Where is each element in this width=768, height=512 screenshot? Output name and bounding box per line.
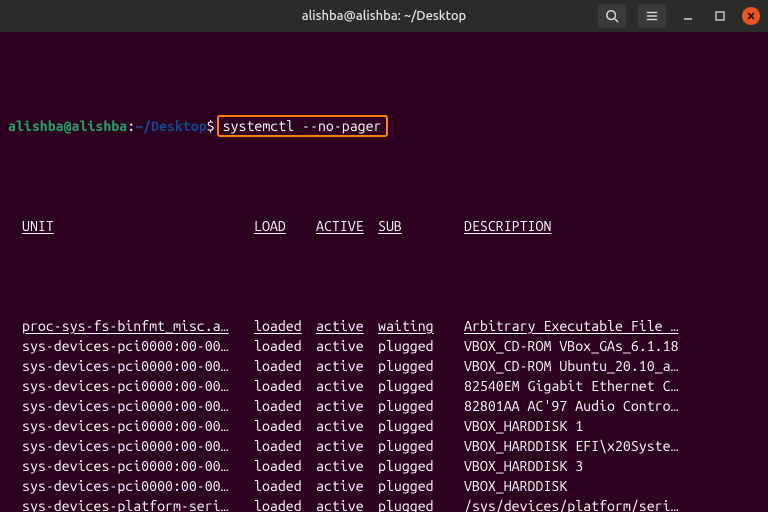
unit-row: sys-devices-pci0000:00-00…loadedactivepl…	[8, 476, 760, 496]
cell-active: active	[316, 496, 378, 512]
prompt-user-host: alishba@alishba	[8, 116, 127, 136]
cell-unit: sys-devices-pci0000:00-00…	[22, 456, 254, 476]
row-bullet	[8, 396, 22, 416]
command-text: systemctl --no-pager	[223, 118, 382, 134]
cell-sub: plugged	[378, 496, 464, 512]
row-bullet	[8, 456, 22, 476]
titlebar: alishba@alishba: ~/Desktop	[0, 0, 768, 32]
menu-button[interactable]	[638, 4, 666, 28]
cell-load: loaded	[254, 316, 316, 336]
cell-load: loaded	[254, 476, 316, 496]
cell-sub: plugged	[378, 396, 464, 416]
minimize-icon	[682, 10, 694, 22]
prompt-dollar: $	[207, 116, 215, 136]
cell-load: loaded	[254, 336, 316, 356]
cell-load: loaded	[254, 396, 316, 416]
unit-row: sys-devices-pci0000:00-00…loadedactivepl…	[8, 336, 760, 356]
cell-active: active	[316, 356, 378, 376]
prompt-line: alishba@alishba:~/Desktop$ systemctl --n…	[8, 116, 760, 136]
cell-sub: plugged	[378, 436, 464, 456]
terminal[interactable]: alishba@alishba:~/Desktop$ systemctl --n…	[0, 32, 768, 512]
prompt-path: ~/Desktop	[135, 116, 207, 136]
cell-active: active	[316, 376, 378, 396]
header-load: LOAD	[254, 216, 316, 236]
row-bullet	[8, 356, 22, 376]
cell-load: loaded	[254, 416, 316, 436]
cell-active: active	[316, 456, 378, 476]
cell-unit: sys-devices-pci0000:00-00…	[22, 376, 254, 396]
unit-rows: proc-sys-fs-binfmt_misc.a…loadedactivewa…	[8, 316, 760, 512]
unit-row: sys-devices-pci0000:00-00…loadedactivepl…	[8, 456, 760, 476]
maximize-button[interactable]	[710, 6, 730, 26]
cell-desc: VBOX_CD-ROM Ubuntu_20.10_a…	[464, 356, 679, 376]
row-bullet	[8, 436, 22, 456]
search-icon	[605, 9, 619, 23]
cell-sub: plugged	[378, 416, 464, 436]
cell-desc: VBOX_HARDDISK 3	[464, 456, 583, 476]
close-icon	[746, 11, 756, 21]
cell-desc: VBOX_HARDDISK	[464, 476, 567, 496]
cell-unit: sys-devices-platform-seri…	[22, 496, 254, 512]
row-bullet	[8, 416, 22, 436]
prompt-separator: :	[127, 116, 135, 136]
unit-row: sys-devices-pci0000:00-00…loadedactivepl…	[8, 416, 760, 436]
header-active: ACTIVE	[316, 216, 378, 236]
cell-load: loaded	[254, 496, 316, 512]
cell-load: loaded	[254, 376, 316, 396]
window-title: alishba@alishba: ~/Desktop	[302, 6, 466, 26]
command-highlight: systemctl --no-pager	[217, 115, 388, 137]
close-button[interactable]	[742, 7, 760, 25]
cell-active: active	[316, 416, 378, 436]
search-button[interactable]	[598, 4, 626, 28]
cell-desc: 82801AA AC'97 Audio Contro…	[464, 396, 679, 416]
cell-desc: /sys/devices/platform/seri…	[464, 496, 679, 512]
row-bullet	[8, 476, 22, 496]
cell-unit: sys-devices-pci0000:00-00…	[22, 396, 254, 416]
row-bullet	[8, 376, 22, 396]
header-row: UNITLOADACTIVESUBDESCRIPTION	[8, 216, 760, 236]
unit-row: sys-devices-platform-seri…loadedactivepl…	[8, 496, 760, 512]
unit-row: sys-devices-pci0000:00-00…loadedactivepl…	[8, 436, 760, 456]
cell-sub: plugged	[378, 456, 464, 476]
cell-active: active	[316, 396, 378, 416]
cell-sub: plugged	[378, 356, 464, 376]
cell-desc: VBOX_HARDDISK 1	[464, 416, 583, 436]
cell-active: active	[316, 436, 378, 456]
minimize-button[interactable]	[678, 6, 698, 26]
unit-row: sys-devices-pci0000:00-00…loadedactivepl…	[8, 376, 760, 396]
cell-sub: plugged	[378, 336, 464, 356]
cell-sub: plugged	[378, 376, 464, 396]
row-bullet	[8, 336, 22, 356]
maximize-icon	[714, 10, 726, 22]
cell-sub: plugged	[378, 476, 464, 496]
cell-unit: sys-devices-pci0000:00-00…	[22, 416, 254, 436]
cell-active: active	[316, 476, 378, 496]
cell-unit: sys-devices-pci0000:00-00…	[22, 476, 254, 496]
cell-unit: proc-sys-fs-binfmt_misc.a…	[22, 316, 254, 336]
unit-row: sys-devices-pci0000:00-00…loadedactivepl…	[8, 356, 760, 376]
header-unit: UNIT	[22, 216, 254, 236]
unit-row: sys-devices-pci0000:00-00…loadedactivepl…	[8, 396, 760, 416]
header-sub: SUB	[378, 216, 464, 236]
cell-desc: VBOX_HARDDISK EFI\x20Syste…	[464, 436, 679, 456]
cell-desc: Arbitrary Executable File …	[464, 316, 679, 336]
cell-unit: sys-devices-pci0000:00-00…	[22, 356, 254, 376]
cell-sub: waiting	[378, 316, 464, 336]
cell-desc: 82540EM Gigabit Ethernet C…	[464, 376, 679, 396]
hamburger-icon	[645, 9, 659, 23]
cell-load: loaded	[254, 356, 316, 376]
row-bullet	[8, 316, 22, 336]
cell-unit: sys-devices-pci0000:00-00…	[22, 436, 254, 456]
cell-load: loaded	[254, 436, 316, 456]
cell-load: loaded	[254, 456, 316, 476]
header-desc: DESCRIPTION	[464, 216, 551, 236]
unit-row: proc-sys-fs-binfmt_misc.a…loadedactivewa…	[8, 316, 760, 336]
cell-active: active	[316, 316, 378, 336]
cell-unit: sys-devices-pci0000:00-00…	[22, 336, 254, 356]
cell-desc: VBOX_CD-ROM VBox_GAs_6.1.18	[464, 336, 679, 356]
row-bullet	[8, 496, 22, 512]
cell-active: active	[316, 336, 378, 356]
